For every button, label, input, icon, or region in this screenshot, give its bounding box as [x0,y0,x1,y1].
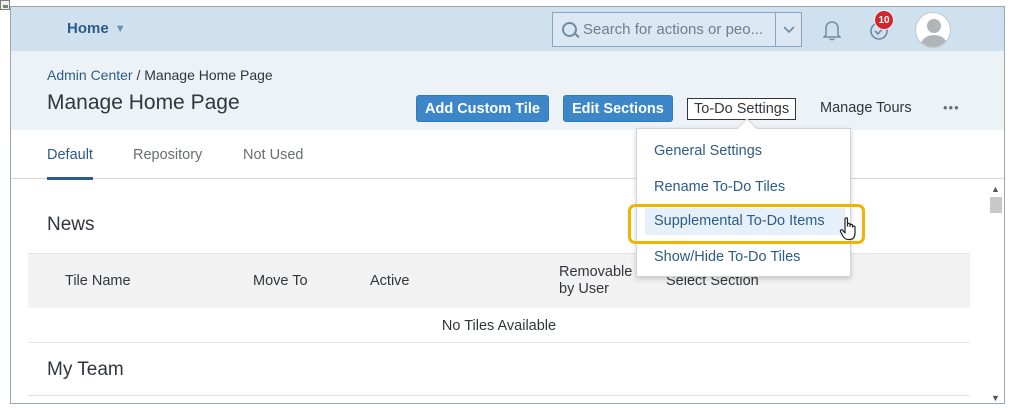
vertical-scrollbar[interactable]: ▲ ▼ [988,182,1004,403]
search-input[interactable] [583,21,773,38]
search-icon [553,13,583,46]
app-window: Home ▼ 10 Admin Center / Manage [10,6,1005,404]
notification-badge: 10 [874,10,894,30]
breadcrumb: Admin Center / Manage Home Page [47,67,273,83]
breadcrumb-admin-center-link[interactable]: Admin Center [47,67,133,83]
home-label: Home [67,20,109,37]
breadcrumb-current: Manage Home Page [144,67,273,83]
highlight-outline [628,204,865,244]
image-corner-icon [0,0,10,10]
tab-default[interactable]: Default [47,147,93,180]
menu-item-rename-todo-tiles[interactable]: Rename To-Do Tiles [654,179,785,195]
page-header: Admin Center / Manage Home Page Manage H… [11,51,1004,130]
tab-bar: Default Repository Not Used [11,130,1004,180]
chevron-down-icon[interactable] [775,13,801,46]
avatar[interactable] [915,12,951,48]
column-header-removable-by-user: Removable by User [559,264,632,298]
scroll-up-icon[interactable]: ▲ [991,184,1000,194]
column-header-removable-line2: by User [559,281,609,297]
scroll-down-icon[interactable]: ▼ [991,393,1000,403]
todo-settings-button[interactable]: To-Do Settings [687,98,797,120]
empty-table-message: No Tiles Available [28,309,970,343]
search-box[interactable] [552,12,802,47]
bell-icon[interactable] [822,19,842,41]
edit-sections-button[interactable]: Edit Sections [563,95,673,122]
home-menu-button[interactable]: Home ▼ [67,20,126,37]
manage-tours-button[interactable]: Manage Tours [820,100,912,116]
tab-repository[interactable]: Repository [133,147,202,163]
column-header-tile-name: Tile Name [65,273,131,289]
divider [28,395,970,396]
section-title-my-team: My Team [47,359,124,380]
section-title-news: News [47,214,95,235]
caret-down-icon: ▼ [114,22,126,35]
breadcrumb-separator: / [132,67,145,83]
tab-not-used[interactable]: Not Used [243,147,303,163]
scrollbar-thumb[interactable] [990,197,1002,213]
add-custom-tile-button[interactable]: Add Custom Tile [416,95,549,122]
page-title: Manage Home Page [47,91,240,114]
column-header-removable-line1: Removable [559,264,633,280]
column-header-move-to: Move To [253,273,308,289]
hand-cursor-icon [839,216,859,242]
shell-bar: Home ▼ 10 [11,7,1004,51]
menu-item-general-settings[interactable]: General Settings [654,143,762,159]
todo-settings-menu: General Settings Rename To-Do Tiles Supp… [636,128,851,277]
menu-item-show-hide-todo-tiles[interactable]: Show/Hide To-Do Tiles [654,249,800,265]
more-options-icon[interactable]: ••• [943,100,960,115]
column-header-active: Active [370,273,410,289]
